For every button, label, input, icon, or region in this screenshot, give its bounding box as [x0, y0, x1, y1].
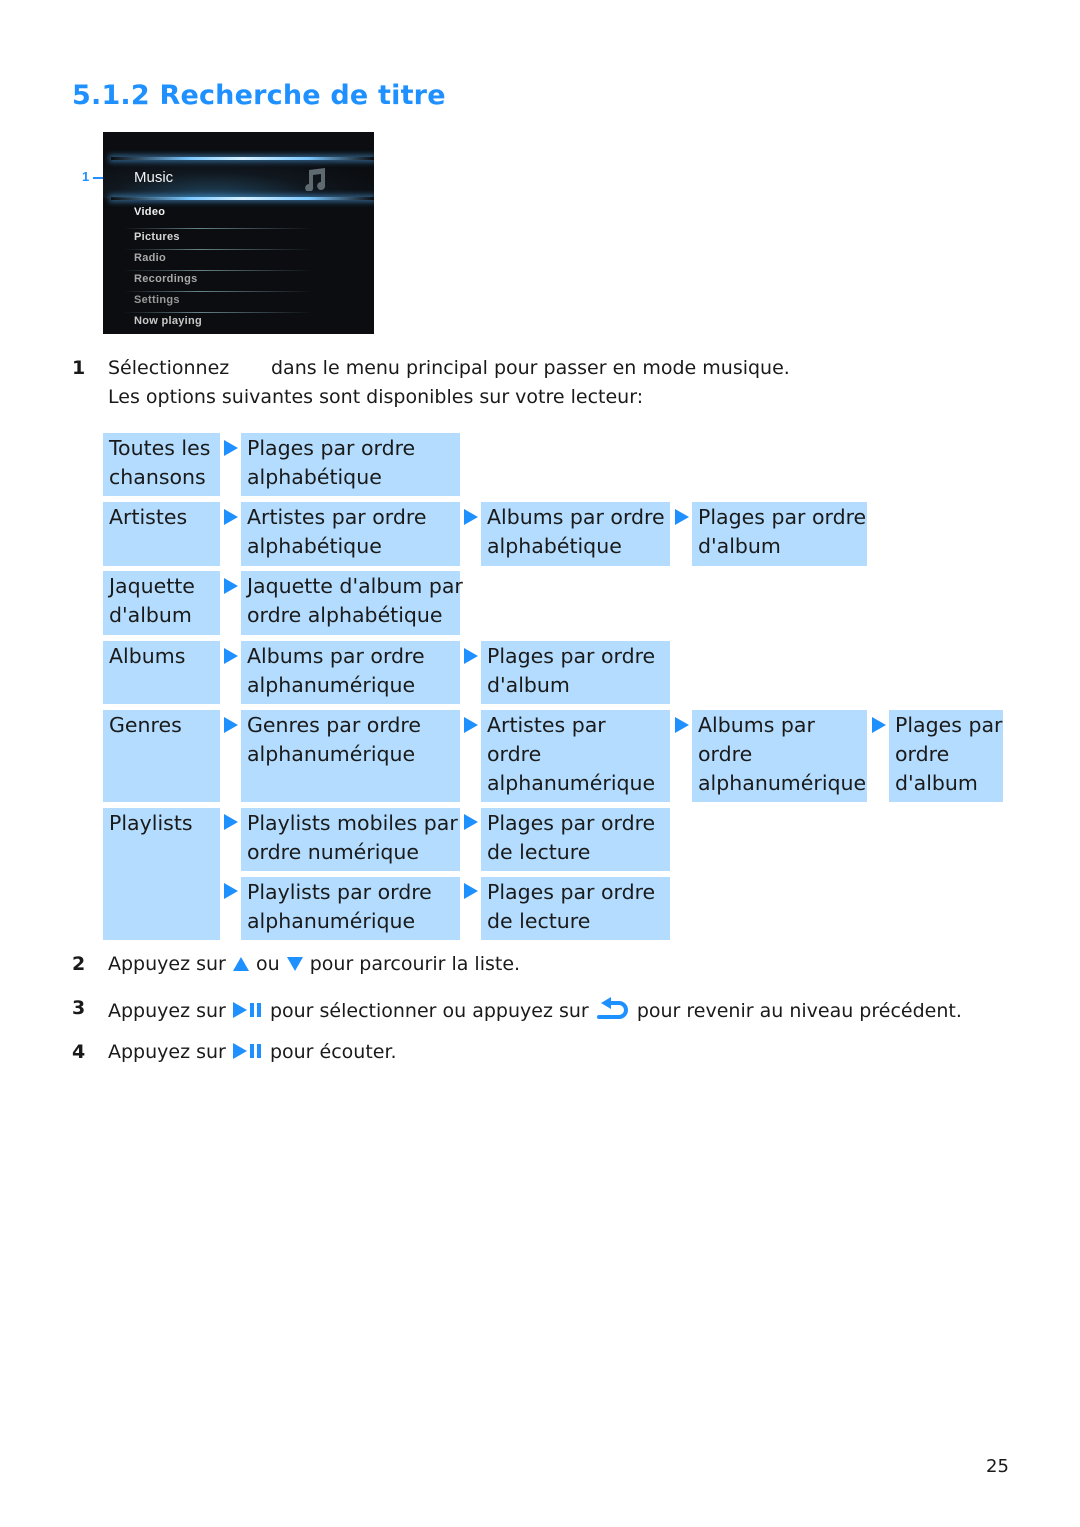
- right-arrow-icon: [224, 814, 238, 830]
- table-cell: Plages par ordre de lecture: [481, 877, 670, 940]
- table-cell: Plages par ordre d'album: [889, 710, 1003, 802]
- table-cell-category: Toutes les chansons: [103, 433, 220, 496]
- menu-item-pictures: Pictures: [134, 231, 180, 243]
- step-2-text: Appuyez sur ou pour parcourir la liste.: [108, 953, 520, 975]
- selection-glow-bottom: [111, 197, 374, 200]
- menu-item-now-playing: Now playing: [134, 315, 203, 327]
- step-2-text-a: Appuyez sur: [108, 953, 226, 975]
- table-cell: Jaquette d'album par ordre alphabétique: [241, 571, 463, 635]
- right-arrow-icon: [464, 509, 478, 525]
- table-cell-category: Playlists: [103, 808, 220, 940]
- step-4-text-a: Appuyez sur: [108, 1041, 226, 1063]
- page-number: 25: [986, 1456, 1009, 1477]
- right-arrow-icon: [464, 648, 478, 664]
- music-note-icon: [305, 168, 326, 191]
- right-arrow-icon: [464, 717, 478, 733]
- right-arrow-icon: [224, 509, 238, 525]
- down-arrow-icon: [286, 957, 303, 971]
- table-cell: Plages par ordre alphabétique: [241, 433, 460, 496]
- table-cell-category: Genres: [103, 710, 220, 802]
- step-4-text: Appuyez sur pour écouter.: [108, 1041, 397, 1063]
- selection-glow-top: [111, 157, 374, 160]
- table-cell: Albums par ordre alphanumérique: [692, 710, 867, 802]
- menu-item-settings: Settings: [134, 294, 180, 306]
- table-cell: Playlists par ordre alphanumérique: [241, 877, 460, 940]
- callout-number: 1: [82, 169, 90, 184]
- play-pause-icon: [232, 1002, 261, 1018]
- step-number: 2: [72, 953, 86, 975]
- menu-separator: [123, 312, 313, 313]
- step-number: 4: [72, 1041, 86, 1063]
- menu-item-radio: Radio: [134, 252, 167, 264]
- menu-item-recordings: Recordings: [134, 273, 198, 285]
- table-cell: Plages par ordre de lecture: [481, 808, 670, 871]
- step-1-text-line2: Les options suivantes sont disponibles s…: [108, 386, 644, 408]
- table-cell: Playlists mobiles par ordre numérique: [241, 808, 460, 871]
- right-arrow-icon: [872, 717, 886, 733]
- right-arrow-icon: [464, 814, 478, 830]
- menu-item-music: Music: [134, 169, 174, 186]
- step-3-text-b: pour sélectionner ou appuyez sur: [269, 1000, 589, 1022]
- table-cell: Albums par ordre alphabétique: [481, 502, 670, 566]
- menu-separator: [123, 270, 313, 271]
- right-arrow-icon: [464, 883, 478, 899]
- table-cell: Plages par ordre d'album: [481, 641, 670, 704]
- table-cell: Artistes par ordre alphabétique: [241, 502, 460, 566]
- table-cell-category: Jaquette d'album: [103, 571, 220, 635]
- menu-item-video: Video: [134, 206, 166, 218]
- table-cell: Albums par ordre alphanumérique: [241, 641, 460, 704]
- step-3-text: Appuyez sur pour sélectionner ou appuyez…: [108, 997, 962, 1022]
- step-2-text-b: ou: [255, 953, 280, 975]
- section-heading: 5.1.2 Recherche de titre: [72, 80, 446, 111]
- table-cell-category: Artistes: [103, 502, 220, 566]
- table-cell: Genres par ordre alphanumérique: [241, 710, 460, 802]
- right-arrow-icon: [224, 883, 238, 899]
- back-icon: [596, 997, 628, 1019]
- play-pause-icon: [232, 1043, 261, 1059]
- right-arrow-icon: [224, 440, 238, 456]
- step-2-text-c: pour parcourir la liste.: [309, 953, 521, 975]
- right-arrow-icon: [675, 509, 689, 525]
- menu-separator: [123, 228, 313, 229]
- step-4-text-b: pour écouter.: [269, 1041, 397, 1063]
- table-cell: Artistes par ordre alphanumérique: [481, 710, 670, 802]
- menu-separator: [123, 249, 313, 250]
- step-number: 1: [72, 357, 86, 379]
- right-arrow-icon: [224, 648, 238, 664]
- step-1-text-b: dans le menu principal pour passer en mo…: [271, 357, 790, 379]
- right-arrow-icon: [224, 717, 238, 733]
- step-3-text-c: pour revenir au niveau précédent.: [636, 1000, 962, 1022]
- menu-separator: [123, 291, 313, 292]
- step-number: 3: [72, 997, 86, 1019]
- step-1-text-a: Sélectionnez: [108, 357, 230, 379]
- step-3-text-a: Appuyez sur: [108, 1000, 226, 1022]
- up-arrow-icon: [232, 957, 249, 971]
- right-arrow-icon: [675, 717, 689, 733]
- table-cell: Plages par ordre d'album: [692, 502, 867, 566]
- right-arrow-icon: [224, 578, 238, 594]
- table-cell-category: Albums: [103, 641, 220, 704]
- device-screenshot: Music Video Pictures Radio Recordings Se…: [103, 132, 374, 334]
